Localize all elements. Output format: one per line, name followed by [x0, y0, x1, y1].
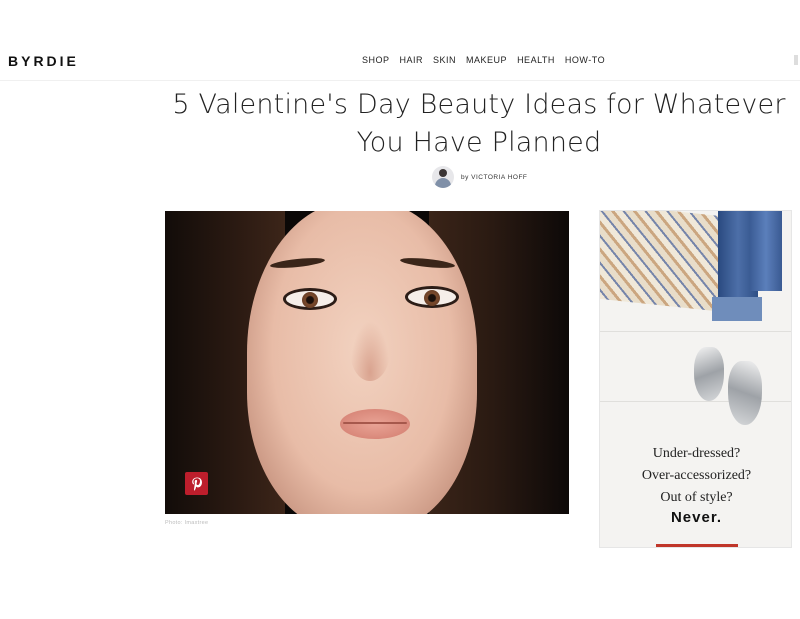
- eye-right: [405, 286, 459, 308]
- author-name[interactable]: by VICTORIA HOFF: [461, 174, 527, 181]
- author-avatar[interactable]: [432, 166, 454, 188]
- ad-line-1: Under-dressed?: [652, 446, 741, 461]
- site-header: BYRDIE SHOP HAIR SKIN MAKEUP HEALTH HOW-…: [0, 0, 800, 81]
- nav-item-shop[interactable]: SHOP: [362, 55, 390, 65]
- nav-item-skin[interactable]: SKIN: [433, 55, 456, 65]
- eye-left: [283, 288, 337, 310]
- ad-copy: Under-dressed? Over-accessorized? Out of…: [600, 443, 791, 509]
- ad-cta[interactable]: Never.: [600, 509, 791, 526]
- pinterest-save-button[interactable]: [185, 472, 208, 495]
- ad-floor-line: [600, 331, 791, 332]
- nav-item-hair[interactable]: HAIR: [400, 55, 424, 65]
- iris-left: [302, 292, 318, 308]
- sidebar-ad[interactable]: Under-dressed? Over-accessorized? Out of…: [599, 210, 792, 548]
- ad-accent-bar: [656, 544, 738, 547]
- site-logo[interactable]: BYRDIE: [8, 53, 79, 69]
- hero-image: [165, 211, 569, 514]
- ad-line-2: Over-accessorized?: [641, 468, 752, 483]
- main-nav: SHOP HAIR SKIN MAKEUP HEALTH HOW-TO: [362, 55, 615, 65]
- lips: [340, 409, 410, 439]
- nav-item-makeup[interactable]: MAKEUP: [466, 55, 507, 65]
- scrollbar-thumb[interactable]: [794, 55, 798, 65]
- lip-line: [343, 422, 407, 424]
- byline: by VICTORIA HOFF: [432, 166, 527, 188]
- iris-right: [424, 290, 440, 306]
- ad-floor-line: [600, 401, 791, 402]
- article-title: 5 Valentine's Day Beauty Ideas for Whate…: [172, 89, 786, 158]
- photo-caption: Photo: Imaxtree: [165, 520, 209, 526]
- nav-item-health[interactable]: HEALTH: [517, 55, 555, 65]
- ad-line-3: Out of style?: [660, 490, 733, 505]
- avatar-body: [435, 178, 451, 188]
- nose: [350, 321, 390, 381]
- pinterest-icon: [191, 477, 202, 491]
- ad-jeans-right: [750, 211, 782, 291]
- ad-jeans-cuff: [712, 297, 762, 321]
- avatar-head: [439, 169, 447, 177]
- ad-shoe-right: [728, 361, 762, 425]
- nav-item-how-to[interactable]: HOW-TO: [565, 55, 605, 65]
- ad-shoe-left: [694, 347, 724, 401]
